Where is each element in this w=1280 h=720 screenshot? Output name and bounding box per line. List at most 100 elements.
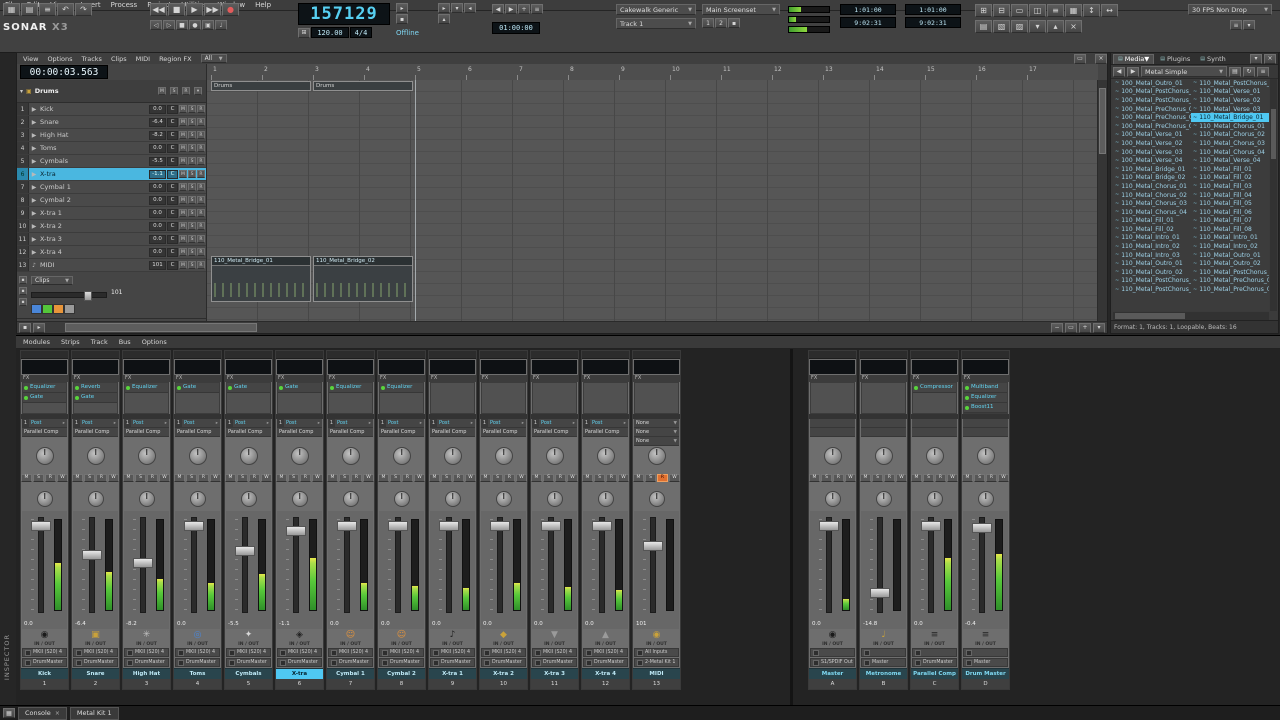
midi-fx-button[interactable]: [31, 304, 42, 314]
console-menu-options[interactable]: Options: [142, 338, 167, 346]
send-destination[interactable]: Parallel Comp: [124, 428, 169, 437]
strip-w-button[interactable]: W: [998, 474, 1009, 482]
fit-horizontal-button[interactable]: ↔: [1101, 4, 1118, 17]
send-destination[interactable]: Parallel Comp: [583, 428, 628, 437]
loop-file-item[interactable]: ~110_Metal_Chorus_02: [1191, 131, 1269, 140]
strip-r-button[interactable]: R: [96, 474, 107, 482]
midi-input-echo-button[interactable]: [42, 304, 53, 314]
rewind-button[interactable]: ◀◀: [150, 3, 167, 16]
strip-name[interactable]: High Hat: [123, 668, 170, 679]
audio-engine-button[interactable]: ▸: [396, 3, 408, 13]
fx-bin[interactable]: [430, 382, 475, 414]
zoom-slider-button[interactable]: ▭: [1065, 323, 1077, 333]
volume-fader[interactable]: [388, 521, 408, 531]
strip-s-button[interactable]: S: [288, 474, 299, 482]
send-slot-empty[interactable]: [912, 428, 957, 437]
strip-r-button[interactable]: R: [986, 474, 997, 482]
track-row-x-tra-3[interactable]: 11▶X-tra 30.0CMSR: [17, 233, 206, 246]
strip-name[interactable]: Kick: [21, 668, 68, 679]
input-selector[interactable]: [810, 648, 855, 657]
midi-panel-tab-3[interactable]: ▪: [19, 298, 27, 306]
fx-bin[interactable]: Equalizer: [328, 382, 373, 414]
fx-bin[interactable]: Gate: [226, 382, 271, 414]
zoom-in-button[interactable]: +: [1079, 323, 1091, 333]
send-slot-1[interactable]: 1Post▸: [277, 419, 322, 428]
strip-m-button[interactable]: M: [429, 474, 440, 482]
clips-pane[interactable]: DrumsDrums110_Metal_Bridge_01110_Metal_B…: [207, 80, 1098, 322]
loop-file-item[interactable]: ~100_Metal_Verse_03: [1113, 148, 1191, 157]
send-destination[interactable]: Parallel Comp: [481, 428, 526, 437]
eq-plot-thumbnail[interactable]: [277, 360, 322, 374]
fx-plugin-compressor[interactable]: Compressor: [913, 383, 956, 393]
strip-r-button[interactable]: R: [453, 474, 464, 482]
eq-plot-thumbnail[interactable]: [634, 360, 679, 374]
track-row-cymbal-2[interactable]: 8▶Cymbal 20.0CMSR: [17, 194, 206, 207]
strip-s-button[interactable]: S: [84, 474, 95, 482]
stop-button[interactable]: ■: [168, 3, 185, 16]
volume-fader[interactable]: [82, 550, 102, 560]
fx-bin[interactable]: Gate: [175, 382, 220, 414]
toolbar-options-button[interactable]: ▾: [1243, 20, 1255, 30]
input-selector[interactable]: MKII (S20) 4: [175, 648, 220, 657]
gain-knob[interactable]: [649, 491, 665, 507]
output-selector[interactable]: DrumMaster: [124, 658, 169, 667]
midi-panel-tab-1[interactable]: ▪: [19, 276, 27, 284]
loop-file-item[interactable]: ~110_Metal_Chorus_01: [1191, 122, 1269, 131]
eq-plot-thumbnail[interactable]: [532, 360, 577, 374]
loop-file-item[interactable]: ~110_Metal_Chorus_01: [1113, 182, 1191, 191]
loop-file-item[interactable]: ~110_Metal_PostChorus_01: [1113, 277, 1191, 286]
scroll-lock-button[interactable]: ▪: [19, 323, 31, 333]
sync-smpte-button[interactable]: ◂: [464, 3, 476, 13]
strip-w-button[interactable]: W: [57, 474, 68, 482]
track-r-button[interactable]: R: [197, 157, 205, 165]
input-selector[interactable]: MKII (S20) 4: [277, 648, 322, 657]
strip-w-button[interactable]: W: [159, 474, 170, 482]
loop-file-item[interactable]: ~100_Metal_PreChorus_03: [1113, 122, 1191, 131]
strip-r-button[interactable]: R: [351, 474, 362, 482]
loop-file-item[interactable]: ~110_Metal_Fill_01: [1191, 165, 1269, 174]
tempo-tap-button[interactable]: ⊞: [298, 28, 310, 38]
volume-fader[interactable]: [819, 521, 839, 531]
strip-w-button[interactable]: W: [414, 474, 425, 482]
grid-button[interactable]: ▦: [1065, 4, 1082, 17]
strip-s-button[interactable]: S: [135, 474, 146, 482]
strip-m-button[interactable]: M: [531, 474, 542, 482]
send-slot-1[interactable]: 1Post▸: [175, 419, 220, 428]
audio-reset-button[interactable]: ▪: [396, 14, 408, 24]
send-destination[interactable]: Parallel Comp: [430, 428, 475, 437]
meter-display[interactable]: 4/4: [350, 27, 372, 38]
volume-fader[interactable]: [972, 523, 992, 533]
browser-horizontal-scrollbar[interactable]: [1113, 312, 1269, 320]
track-m-button[interactable]: M: [179, 222, 187, 230]
track-s-button[interactable]: S: [188, 118, 196, 126]
pan-knob[interactable]: [546, 447, 564, 465]
automation-button[interactable]: ▧: [993, 20, 1010, 33]
loop-file-item[interactable]: ~100_Metal_PreChorus_02: [1113, 113, 1191, 122]
gain-knob[interactable]: [496, 491, 512, 507]
track-m-button[interactable]: M: [179, 105, 187, 113]
loop-file-item[interactable]: ~110_Metal_Fill_08: [1191, 225, 1269, 234]
send-slot-1[interactable]: 1Post▸: [532, 419, 577, 428]
input-selector[interactable]: MKII (S20) 4: [226, 648, 271, 657]
midi-clips-dropdown[interactable]: Clips▼: [31, 276, 73, 285]
strip-s-button[interactable]: S: [872, 474, 883, 482]
loop-file-item[interactable]: ~110_Metal_Chorus_03: [1191, 139, 1269, 148]
strip-s-button[interactable]: S: [923, 474, 934, 482]
gain-knob[interactable]: [241, 491, 257, 507]
track-m-button[interactable]: M: [179, 261, 187, 269]
strip-m-button[interactable]: M: [860, 474, 871, 482]
strip-w-button[interactable]: W: [210, 474, 221, 482]
gain-knob[interactable]: [598, 491, 614, 507]
track-s-button[interactable]: S: [188, 183, 196, 191]
console-menu-track[interactable]: Track: [91, 338, 108, 346]
track-row-x-tra[interactable]: 6▶X-tra-1.1CMSR: [17, 168, 206, 181]
strip-m-button[interactable]: M: [809, 474, 820, 482]
browser-views-button[interactable]: ▤: [1229, 67, 1241, 77]
output-selector[interactable]: Master: [861, 658, 906, 667]
track-r-button[interactable]: R: [197, 170, 205, 178]
taskbar-tab-console[interactable]: Console×: [18, 707, 67, 720]
strip-name[interactable]: Drum Master: [962, 668, 1009, 679]
gain-knob[interactable]: [394, 491, 410, 507]
track-pan-value[interactable]: C: [167, 209, 178, 218]
track-pan-value[interactable]: C: [167, 235, 178, 244]
